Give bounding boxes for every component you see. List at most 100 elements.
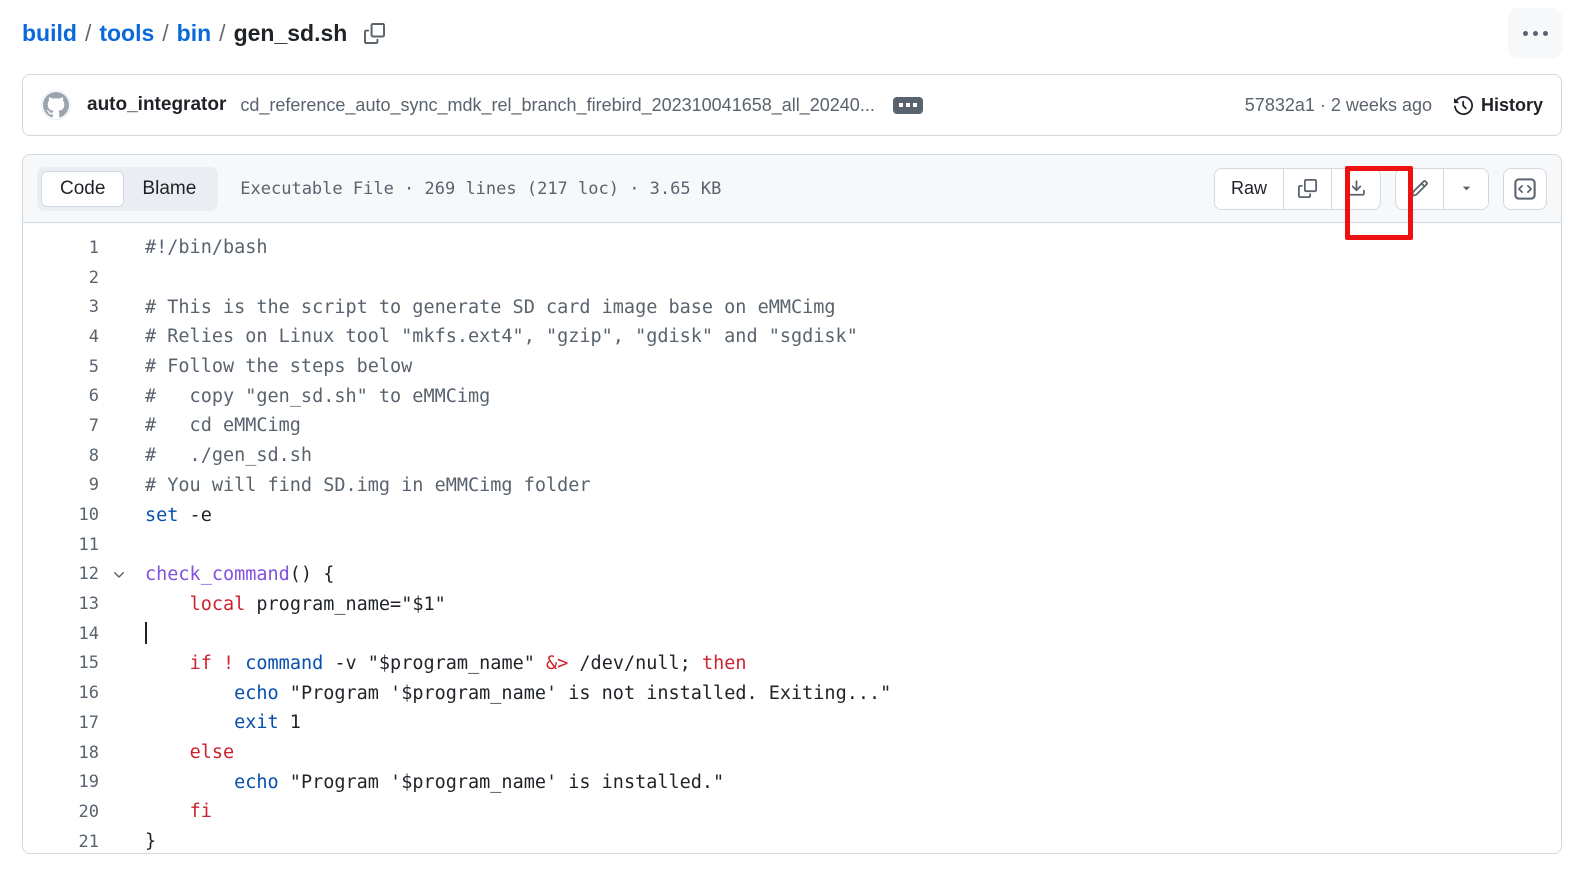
- code-line-text[interactable]: local program_name="$1": [135, 594, 446, 615]
- commit-message[interactable]: cd_reference_auto_sync_mdk_rel_branch_fi…: [240, 95, 874, 116]
- breadcrumb-separator: /: [211, 20, 233, 47]
- code-line-text[interactable]: check_command() {: [135, 564, 334, 585]
- line-number[interactable]: 18: [23, 743, 103, 763]
- code-line[interactable]: 20 fi: [23, 797, 1561, 827]
- code-line[interactable]: 4 # Relies on Linux tool "mkfs.ext4", "gz…: [23, 322, 1561, 352]
- line-number[interactable]: 19: [23, 772, 103, 792]
- line-number[interactable]: 7: [23, 416, 103, 436]
- code-line-text[interactable]: # You will find SD.img in eMMCimg folder: [135, 475, 591, 496]
- line-number[interactable]: 3: [23, 297, 103, 317]
- code-line[interactable]: 11: [23, 530, 1561, 560]
- file-meta-info: Executable File · 269 lines (217 loc) · …: [240, 179, 721, 199]
- line-number[interactable]: 16: [23, 683, 103, 703]
- breadcrumb-link-build[interactable]: build: [22, 20, 77, 47]
- copy-path-button[interactable]: [361, 20, 387, 46]
- code-line-text[interactable]: if ! command -v "$program_name" &> /dev/…: [135, 653, 747, 674]
- code-line[interactable]: 1 #!/bin/bash: [23, 233, 1561, 263]
- code-line-text[interactable]: fi: [135, 801, 212, 822]
- code-token: # cd eMMCimg: [145, 415, 301, 436]
- commit-sha[interactable]: 57832a1: [1245, 95, 1315, 115]
- line-number[interactable]: 13: [23, 594, 103, 614]
- code-line[interactable]: 17 exit 1: [23, 708, 1561, 738]
- chevron-down-icon: [111, 566, 127, 582]
- code-token: if: [190, 653, 212, 674]
- code-token: 1: [279, 712, 301, 733]
- code-line[interactable]: 7 # cd eMMCimg: [23, 411, 1561, 441]
- code-line[interactable]: 8 # ./gen_sd.sh: [23, 441, 1561, 471]
- code-line-text[interactable]: echo "Program '$program_name' is install…: [135, 772, 724, 793]
- code-line[interactable]: 5 # Follow the steps below: [23, 352, 1561, 382]
- breadcrumb-link-tools[interactable]: tools: [99, 20, 154, 47]
- code-line-text[interactable]: # This is the script to generate SD card…: [135, 297, 836, 318]
- code-line[interactable]: 15 if ! command -v "$program_name" &> /d…: [23, 649, 1561, 679]
- line-number[interactable]: 4: [23, 327, 103, 347]
- code-line[interactable]: 18 else: [23, 738, 1561, 768]
- line-number[interactable]: 9: [23, 475, 103, 495]
- page-more-options-button[interactable]: [1508, 8, 1562, 58]
- code-line-text[interactable]: exit 1: [135, 712, 301, 733]
- code-line[interactable]: 16 echo "Program '$program_name' is not …: [23, 678, 1561, 708]
- code-token: }: [145, 831, 156, 852]
- code-line[interactable]: 13 local program_name="$1": [23, 589, 1561, 619]
- raw-button[interactable]: Raw: [1215, 169, 1284, 209]
- edit-file-button[interactable]: [1396, 169, 1444, 209]
- line-number[interactable]: 10: [23, 505, 103, 525]
- breadcrumb-current-file: gen_sd.sh: [234, 20, 348, 47]
- code-content[interactable]: 1 #!/bin/bash 2 3 # This is the script to ge…: [23, 223, 1561, 854]
- code-token: echo: [234, 772, 279, 793]
- code-line[interactable]: 9 # You will find SD.img in eMMCimg folde…: [23, 471, 1561, 501]
- code-line-text[interactable]: # ./gen_sd.sh: [135, 445, 312, 466]
- download-raw-file-button[interactable]: [1332, 169, 1380, 209]
- line-number[interactable]: 5: [23, 357, 103, 377]
- line-number[interactable]: 15: [23, 653, 103, 673]
- commit-message-expand-button[interactable]: [893, 97, 923, 114]
- code-line-text[interactable]: # Follow the steps below: [135, 356, 412, 377]
- code-token: fi: [190, 801, 212, 822]
- code-line-text[interactable]: # Relies on Linux tool "mkfs.ext4", "gzi…: [135, 326, 858, 347]
- line-number[interactable]: 14: [23, 624, 103, 644]
- line-number[interactable]: 1: [23, 238, 103, 258]
- code-token: [145, 712, 234, 733]
- line-number[interactable]: 2: [23, 268, 103, 288]
- tab-blame[interactable]: Blame: [124, 171, 214, 207]
- chevron-down-icon: [1459, 181, 1474, 196]
- code-line-text[interactable]: echo "Program '$program_name' is not ins…: [135, 683, 891, 704]
- history-link[interactable]: History: [1454, 95, 1543, 116]
- code-line-text[interactable]: # cd eMMCimg: [135, 415, 301, 436]
- code-fold-toggle[interactable]: [103, 566, 135, 582]
- edit-file-options-button[interactable]: [1444, 169, 1488, 209]
- code-line[interactable]: 2: [23, 263, 1561, 293]
- commit-author[interactable]: auto_integrator: [87, 94, 226, 116]
- line-number[interactable]: 17: [23, 713, 103, 733]
- code-line-text[interactable]: [135, 623, 147, 645]
- code-line-text[interactable]: set -e: [135, 505, 212, 526]
- code-line[interactable]: 21}: [23, 827, 1561, 854]
- commit-meta-separator: ·: [1320, 95, 1326, 115]
- code-line-text[interactable]: else: [135, 742, 234, 763]
- line-number[interactable]: 20: [23, 802, 103, 822]
- code-token: check_command: [145, 564, 290, 585]
- code-line-text[interactable]: #!/bin/bash: [135, 237, 268, 258]
- symbols-panel-toggle-button[interactable]: [1503, 168, 1547, 210]
- breadcrumb-link-bin[interactable]: bin: [177, 20, 212, 47]
- code-line-text[interactable]: }: [135, 831, 156, 852]
- code-line[interactable]: 6 # copy "gen_sd.sh" to eMMCimg: [23, 381, 1561, 411]
- code-token: &>: [546, 653, 568, 674]
- code-line[interactable]: 10 set -e: [23, 500, 1561, 530]
- code-line[interactable]: 14: [23, 619, 1561, 649]
- line-number[interactable]: 8: [23, 446, 103, 466]
- file-viewer: Code Blame Executable File · 269 lines (…: [22, 154, 1562, 854]
- code-token: # copy "gen_sd.sh" to eMMCimg: [145, 386, 490, 407]
- code-brackets-icon: [1514, 178, 1536, 200]
- line-number[interactable]: 21: [23, 832, 103, 852]
- tab-code[interactable]: Code: [41, 171, 124, 207]
- line-number[interactable]: 6: [23, 386, 103, 406]
- line-number[interactable]: 11: [23, 535, 103, 555]
- line-number[interactable]: 12: [23, 564, 103, 584]
- code-line[interactable]: 19 echo "Program '$program_name' is inst…: [23, 767, 1561, 797]
- code-line[interactable]: 3 # This is the script to generate SD car…: [23, 292, 1561, 322]
- copy-raw-content-button[interactable]: [1284, 169, 1332, 209]
- code-line-text[interactable]: # copy "gen_sd.sh" to eMMCimg: [135, 386, 490, 407]
- code-token: #!/bin/bash: [145, 237, 268, 258]
- code-line[interactable]: 12 check_command() {: [23, 560, 1561, 590]
